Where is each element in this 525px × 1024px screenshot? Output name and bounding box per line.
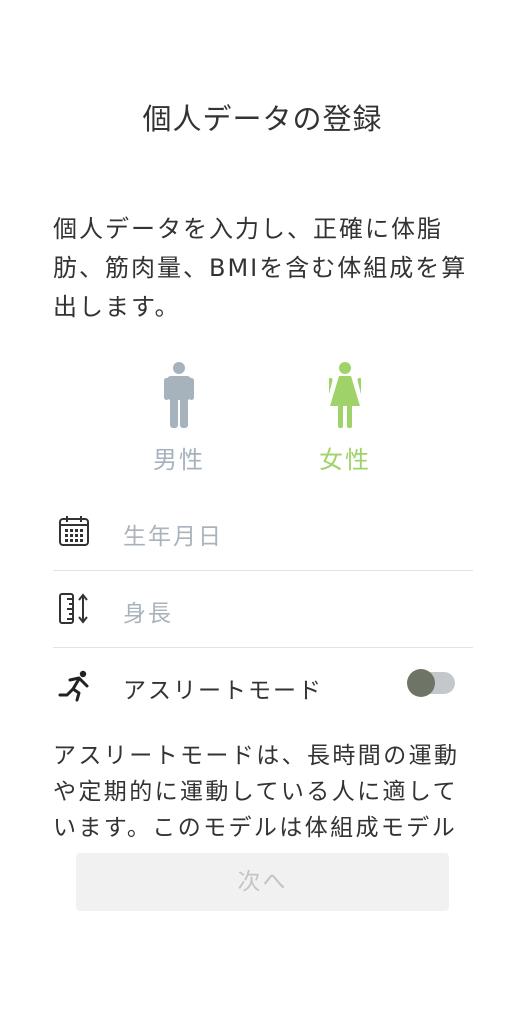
height-field[interactable]: 身長	[53, 571, 473, 648]
calendar-icon	[59, 516, 89, 546]
gender-male-option[interactable]: 男性	[124, 362, 234, 475]
male-person-icon	[164, 362, 194, 428]
intro-text: 個人データを入力し、正確に体脂肪、筋肉量、BMIを含む体組成を算出します。	[53, 215, 468, 321]
gender-female-label: 女性	[319, 446, 371, 474]
gender-female-option[interactable]: 女性	[290, 362, 400, 475]
runner-icon	[58, 670, 89, 702]
athlete-mode-toggle[interactable]	[407, 669, 455, 697]
athlete-mode-row: アスリートモード	[53, 648, 473, 724]
gender-selector: 男性 女性	[0, 362, 525, 482]
athlete-mode-description: アスリートモードは、長時間の運動や定期的に運動している人に適しています。このモデ…	[53, 743, 460, 841]
next-button[interactable]: 次へ	[76, 853, 449, 911]
birth-date-placeholder: 生年月日	[123, 524, 223, 550]
gender-male-label: 男性	[153, 446, 205, 474]
athlete-mode-label: アスリートモード	[123, 678, 323, 704]
height-placeholder: 身長	[123, 601, 173, 627]
page-title: 個人データの登録	[142, 102, 383, 136]
female-person-icon	[329, 362, 361, 428]
ruler-height-icon	[59, 593, 88, 624]
toggle-knob	[407, 669, 435, 697]
birth-date-field[interactable]: 生年月日	[53, 494, 473, 571]
